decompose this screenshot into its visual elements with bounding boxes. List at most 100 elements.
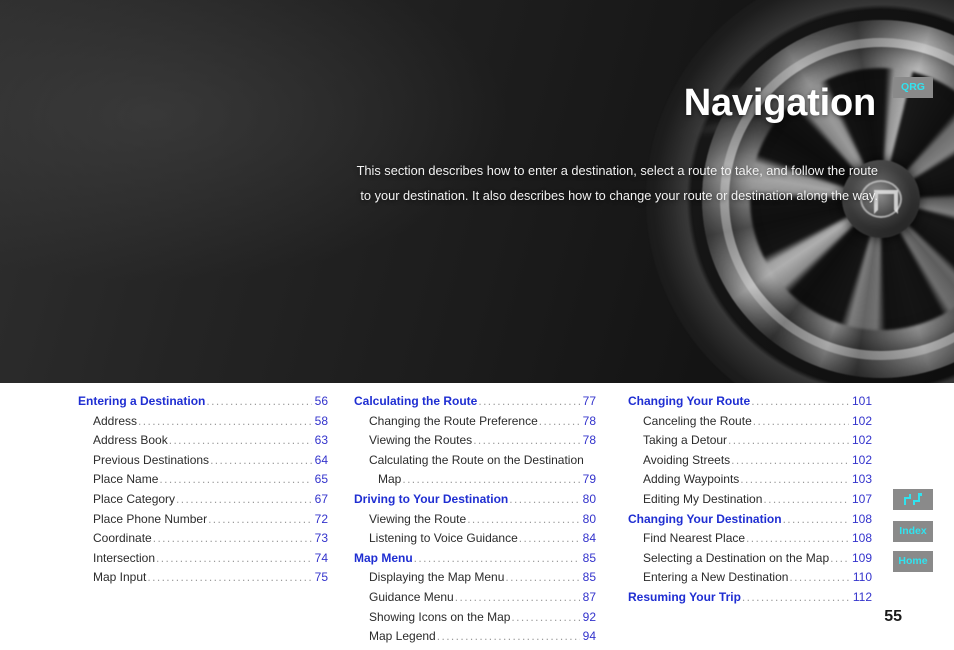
toc-entry-page: 64: [314, 452, 328, 467]
toc-sub-entry[interactable]: Adding Waypoints........................…: [628, 470, 872, 490]
toc-dot-leader: ........................................…: [208, 511, 312, 526]
toc-entry-page: 72: [314, 511, 328, 526]
toc-sub-entry[interactable]: Entering a New Destination..............…: [628, 568, 872, 588]
toc-entry-label: Intersection: [93, 550, 156, 565]
toc-section-entry[interactable]: Changing Your Destination...............…: [628, 510, 872, 530]
toc-entry-page: 78: [582, 433, 596, 448]
toc-entry-label: Address: [93, 413, 138, 428]
toc-sub-entry[interactable]: Selecting a Destination on the Map......…: [628, 549, 872, 569]
toc-section-entry[interactable]: Calculating the Route...................…: [354, 392, 596, 412]
toc-sub-entry[interactable]: Listening to Voice Guidance.............…: [354, 529, 596, 549]
toc-sub-entry[interactable]: Viewing the Routes......................…: [354, 431, 596, 451]
toc-entry-page: 87: [582, 589, 596, 604]
toc-section-entry[interactable]: Resuming Your Trip......................…: [628, 588, 872, 608]
toc-sub-entry[interactable]: Previous Destinations...................…: [78, 451, 328, 471]
toc-sub-entry[interactable]: Coordinate..............................…: [78, 529, 328, 549]
toc-sub-entry[interactable]: Avoiding Streets........................…: [628, 451, 872, 471]
toc-column-2: Calculating the Route...................…: [354, 392, 596, 650]
toc-dot-leader: ........................................…: [210, 452, 312, 467]
toc-entry-label: Changing Your Destination: [628, 511, 782, 526]
toc-entry-label: Place Category: [93, 491, 176, 506]
toc-entry-label: Map Menu: [354, 550, 413, 565]
toc-dot-leader: ........................................…: [176, 491, 312, 506]
toc-entry-label: Place Name: [93, 472, 159, 487]
toc-dot-leader: ........................................…: [830, 550, 849, 565]
toc-entry-page: 73: [314, 531, 328, 546]
toc-sub-entry[interactable]: Map Legend..............................…: [354, 627, 596, 647]
toc-entry-page: 80: [582, 491, 596, 506]
toc-dot-leader: ........................................…: [147, 570, 311, 585]
toc-sub-entry[interactable]: Guidance Menu...........................…: [354, 588, 596, 608]
toc-dot-leader: ........................................…: [413, 550, 580, 565]
toc-entry-label: Coordinate: [93, 531, 152, 546]
toc-sub-entry[interactable]: Address Book............................…: [78, 431, 328, 451]
toc-dot-leader: ........................................…: [138, 413, 312, 428]
toc-sub-entry[interactable]: Place Phone Number......................…: [78, 510, 328, 530]
toc-dot-leader: ........................................…: [454, 589, 580, 604]
toc-entry-label: Place Phone Number: [93, 511, 208, 526]
toc-sub-entry[interactable]: Changing the Route Preference...........…: [354, 412, 596, 432]
toc-entry-label: Entering a New Destination: [643, 570, 789, 585]
toc-entry-label: Guidance Menu: [369, 589, 454, 604]
toc-sub-entry[interactable]: Canceling the Route.....................…: [628, 412, 872, 432]
toc-sub-entry[interactable]: Map Input...............................…: [78, 568, 328, 588]
toc-entry-label: Avoiding Streets: [643, 452, 731, 467]
toc-entry-page: 108: [851, 531, 872, 546]
toc-sub-entry[interactable]: Intersection............................…: [78, 549, 328, 569]
toc-entry-page: 112: [852, 589, 872, 604]
toc-dot-leader: ........................................…: [746, 531, 849, 546]
toc-entry-page: 85: [582, 550, 596, 565]
toc-entry-label: Editing My Destination: [643, 491, 763, 506]
toc-entry-label: Changing the Route Preference: [369, 413, 538, 428]
toc-entry-label: Viewing the Routes: [369, 433, 473, 448]
toc-sub-entry[interactable]: Editing My Destination..................…: [628, 490, 872, 510]
toc-dot-leader: ........................................…: [728, 433, 849, 448]
toc-entry-label: Map Legend: [369, 629, 436, 644]
toc-sub-entry[interactable]: Calculating the Route on the Destination…: [354, 451, 596, 471]
toc-dot-leader: ........................................…: [505, 570, 580, 585]
toc-dot-leader: ........................................…: [538, 413, 580, 428]
toc-section-entry[interactable]: Driving to Your Destination.............…: [354, 490, 596, 510]
toc-sub-entry[interactable]: Map.....................................…: [354, 470, 596, 490]
toc-entry-page: 101: [851, 394, 872, 408]
toc-sub-entry[interactable]: Place Category..........................…: [78, 490, 328, 510]
toc-entry-label: Previous Destinations: [93, 452, 210, 467]
toc-dot-leader: ........................................…: [518, 531, 580, 546]
toc-sub-entry[interactable]: Displaying the Map Menu.................…: [354, 568, 596, 588]
toc-entry-label: Map: [378, 472, 402, 487]
toc-dot-leader: ........................................…: [206, 394, 311, 408]
toc-dot-leader: ........................................…: [467, 511, 579, 526]
toc-dot-leader: ........................................…: [509, 491, 579, 506]
toc-entry-label: Adding Waypoints: [643, 472, 740, 487]
toc-sub-entry[interactable]: Viewing the Route.......................…: [354, 510, 596, 530]
toc-entry-page: 108: [851, 511, 872, 526]
toc-entry-label: Taking a Detour: [643, 433, 728, 448]
toc-entry-label: Find Nearest Place: [643, 531, 746, 546]
toc-entry-page: 103: [851, 472, 872, 487]
toc-dot-leader: ........................................…: [402, 472, 579, 487]
toc-sub-entry[interactable]: Find Nearest Place......................…: [628, 529, 872, 549]
toc-section-entry[interactable]: Entering a Destination..................…: [78, 392, 328, 412]
toc-sub-entry[interactable]: Taking a Detour.........................…: [628, 431, 872, 451]
toc-dot-leader: ........................................…: [156, 550, 312, 565]
toc-entry-label: Calculating the Route: [354, 394, 478, 408]
toc-column-3: Changing Your Route.....................…: [628, 392, 872, 608]
toc-entry-label: Viewing the Route: [369, 511, 467, 526]
qrg-button[interactable]: QRG: [893, 77, 933, 98]
toc-entry-page: 110: [852, 570, 872, 585]
toc-sub-entry[interactable]: Place Name..............................…: [78, 470, 328, 490]
toc-section-entry[interactable]: Changing Your Route.....................…: [628, 392, 872, 412]
toc-sub-entry[interactable]: Address.................................…: [78, 412, 328, 432]
toc-entry-page: 74: [314, 550, 328, 565]
toc-dot-leader: ........................................…: [473, 433, 579, 448]
toc-entry-page: 109: [851, 550, 872, 565]
toc-entry-page: 94: [582, 629, 596, 644]
toc-section-entry[interactable]: Map Menu................................…: [354, 549, 596, 569]
page-title: Navigation: [683, 82, 876, 124]
toc-sub-entry[interactable]: Showing Icons on the Map................…: [354, 608, 596, 628]
toc-dot-leader: ........................................…: [763, 491, 849, 506]
toc-column-1: Entering a Destination..................…: [78, 392, 328, 588]
toc-entry-label: Driving to Your Destination: [354, 491, 509, 506]
table-of-contents: Entering a Destination..................…: [0, 392, 954, 650]
toc-entry-label: Listening to Voice Guidance: [369, 531, 518, 546]
